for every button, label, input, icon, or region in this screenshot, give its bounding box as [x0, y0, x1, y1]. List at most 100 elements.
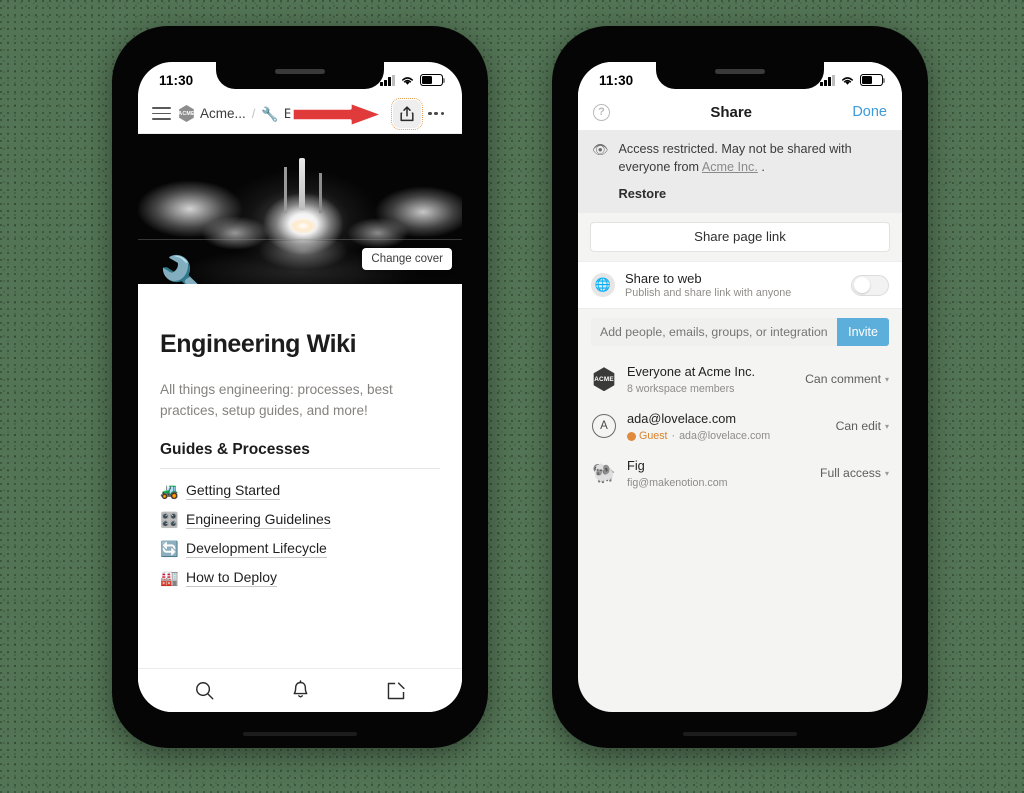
restore-button[interactable]: Restore — [619, 186, 887, 201]
share-sheet-header: ? Share Done — [578, 94, 902, 130]
list-item[interactable]: 🔄 Development Lifecycle — [160, 540, 440, 559]
phone-right-screen: 11:30 ? Share Done 👁 Access restricted. … — [578, 62, 902, 712]
notice-text: Access restricted. May not be shared wit… — [619, 141, 887, 177]
share-to-web-title: Share to web — [625, 270, 702, 286]
list-item[interactable]: 🐏 Fig fig@makenotion.com Full access ▾ — [591, 450, 889, 497]
cover-tower — [283, 167, 287, 213]
cover-rocket — [298, 158, 305, 210]
initial-avatar-icon: A — [592, 414, 616, 439]
change-cover-button[interactable]: Change cover — [362, 248, 452, 270]
recycle-icon: 🔄 — [160, 540, 179, 558]
page-emoji-icon[interactable]: 🔧 — [158, 258, 225, 284]
person-subtitle: ada@lovelace.com — [679, 430, 771, 443]
page-navbar: ACME Acme... / 🔧 Engine — [138, 94, 462, 134]
control-knobs-icon: 🎛️ — [160, 511, 179, 529]
wifi-icon — [842, 76, 853, 85]
permission-label: Can comment — [805, 372, 881, 387]
status-time: 11:30 — [599, 72, 634, 88]
phone-left-device: 11:30 ACME Acme... / 🔧 Engine — [112, 26, 488, 748]
chevron-down-icon: ▾ — [884, 421, 889, 431]
access-restricted-notice: 👁 Access restricted. May not be shared w… — [578, 130, 902, 213]
home-indicator — [243, 731, 357, 736]
section-heading: Guides & Processes — [160, 441, 310, 459]
bottom-tabbar — [138, 668, 462, 712]
search-icon[interactable] — [194, 680, 215, 701]
page-cover-image[interactable]: Change cover 🔧 — [138, 134, 462, 284]
page-link-label[interactable]: Engineering Guidelines — [186, 511, 331, 530]
guest-label: Guest — [639, 430, 668, 443]
wrench-icon: 🔧 — [261, 105, 279, 122]
phone-right-device: 11:30 ? Share Done 👁 Access restricted. … — [552, 26, 928, 748]
share-to-web-row: 🌐 Share to web Publish and share link wi… — [578, 260, 902, 310]
hamburger-icon[interactable] — [152, 106, 171, 121]
factory-icon: 🏭 — [160, 569, 179, 587]
section-divider — [160, 468, 440, 470]
page-link-label[interactable]: How to Deploy — [186, 569, 278, 588]
compose-icon[interactable] — [386, 681, 406, 701]
invite-button[interactable]: Invite — [837, 318, 889, 347]
page-content: Engineering Wiki All things engineering:… — [138, 284, 462, 668]
share-page-link-button[interactable]: Share page link — [590, 221, 890, 252]
permission-label: Full access — [820, 466, 881, 481]
avatar: ACME — [591, 366, 617, 392]
share-icon — [400, 105, 414, 121]
permission-dropdown[interactable]: Can edit ▾ — [836, 419, 889, 433]
notice-text-after: . — [757, 159, 765, 174]
phone-notch — [656, 62, 824, 89]
phone-notch — [216, 62, 384, 89]
permission-label: Can edit — [835, 419, 881, 434]
person-name: Everyone at Acme Inc. — [627, 364, 756, 380]
list-item[interactable]: 🎛️ Engineering Guidelines — [160, 511, 440, 530]
phone-speaker — [275, 69, 325, 74]
list-item[interactable]: 🚜 Getting Started — [160, 482, 440, 501]
bell-icon[interactable] — [291, 680, 310, 701]
phone-speaker — [715, 69, 765, 74]
workspace-link[interactable]: Acme Inc. — [702, 160, 758, 174]
guest-icon — [627, 431, 636, 441]
share-to-web-subtitle: Publish and share link with anyone — [625, 287, 792, 300]
page-description: All things engineering: processes, best … — [160, 382, 393, 419]
phone-left-screen: 11:30 ACME Acme... / 🔧 Engine — [138, 62, 462, 712]
shared-people-list: ACME Everyone at Acme Inc. 8 workspace m… — [578, 348, 902, 497]
person-subtitle: fig@makenotion.com — [627, 477, 728, 490]
chevron-down-icon: ▾ — [884, 468, 889, 478]
list-item[interactable]: ACME Everyone at Acme Inc. 8 workspace m… — [591, 356, 889, 403]
avatar: A — [591, 413, 617, 439]
eye-off-icon: 👁 — [592, 142, 609, 157]
globe-icon: 🌐 — [591, 273, 615, 297]
list-item[interactable]: A ada@lovelace.com Guest · ada@lovelace.… — [591, 403, 889, 450]
battery-icon — [860, 74, 886, 86]
status-badge: Guest — [627, 430, 668, 442]
breadcrumb-separator: / — [251, 106, 256, 121]
subtitle-separator: · — [671, 430, 676, 443]
tractor-icon: 🚜 — [160, 482, 179, 500]
battery-icon — [420, 74, 446, 86]
help-icon[interactable]: ? — [593, 103, 610, 121]
red-arrow-annotation — [290, 101, 386, 128]
page-title: Engineering Wiki — [160, 330, 357, 358]
done-button[interactable]: Done — [852, 104, 887, 120]
share-sheet-title: Share — [710, 103, 753, 121]
permission-dropdown[interactable]: Full access ▾ — [820, 466, 889, 480]
share-button[interactable] — [391, 97, 424, 130]
ram-icon: 🐏 — [592, 462, 616, 484]
avatar: 🐏 — [591, 460, 617, 486]
acme-badge-icon: ACME — [593, 367, 615, 392]
invite-input[interactable] — [591, 318, 838, 347]
person-name: Fig — [627, 458, 645, 474]
page-link-label[interactable]: Getting Started — [186, 482, 281, 501]
invite-row: Invite — [591, 318, 889, 347]
person-name: ada@lovelace.com — [627, 411, 737, 427]
cover-flame — [289, 218, 318, 234]
chevron-down-icon: ▾ — [884, 374, 889, 384]
person-subtitle: 8 workspace members — [627, 383, 735, 396]
more-options-icon[interactable] — [425, 111, 448, 116]
home-indicator — [683, 731, 797, 736]
share-to-web-toggle[interactable] — [851, 274, 889, 296]
breadcrumb-workspace[interactable]: Acme... — [200, 106, 246, 121]
list-item[interactable]: 🏭 How to Deploy — [160, 569, 440, 588]
permission-dropdown[interactable]: Can comment ▾ — [805, 372, 889, 386]
wifi-icon — [402, 76, 413, 85]
cover-tower-secondary — [319, 173, 322, 213]
page-link-label[interactable]: Development Lifecycle — [186, 540, 327, 559]
